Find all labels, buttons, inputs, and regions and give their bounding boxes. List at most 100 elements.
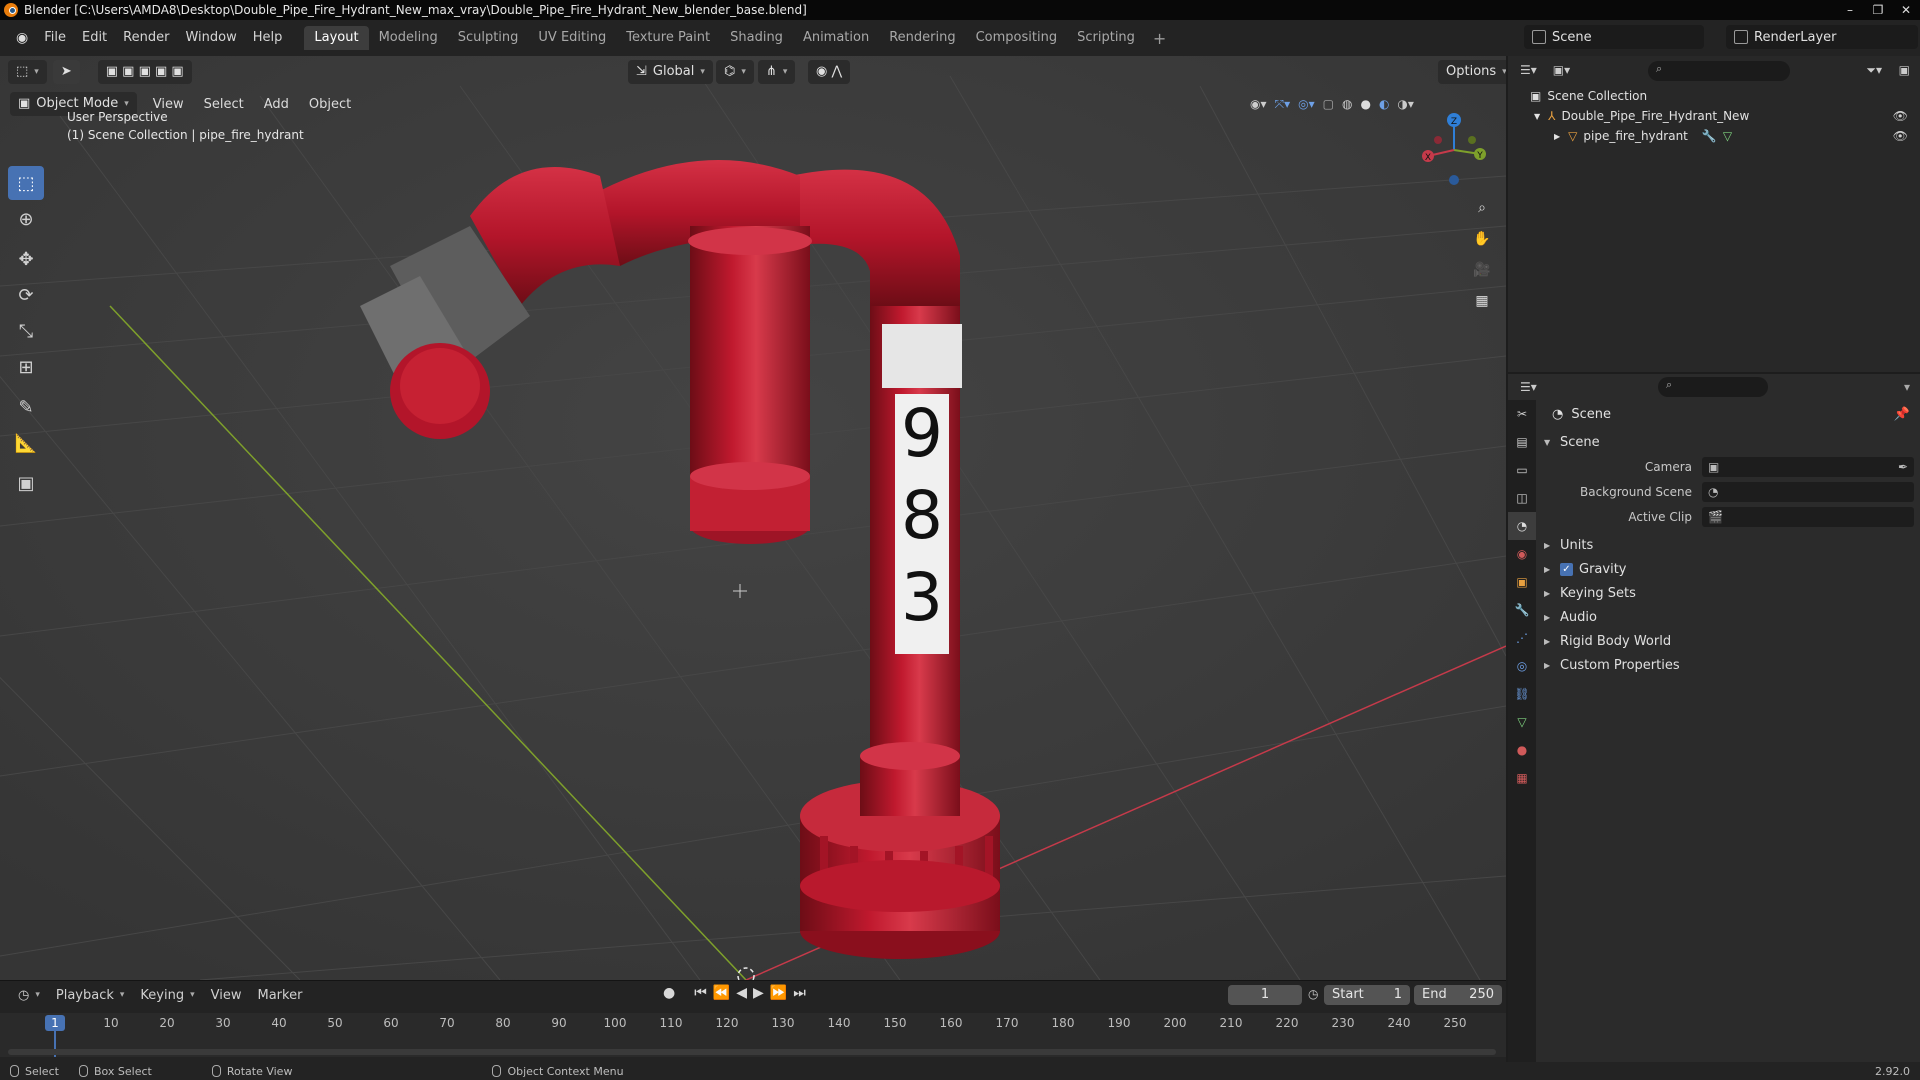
display-mode-dropdown[interactable]: ▣▾ [1553, 63, 1570, 77]
marker-menu[interactable]: Marker [249, 988, 310, 1003]
gizmo-toggle-icon[interactable]: ⤧▾ [1275, 97, 1291, 112]
close-button[interactable]: ✕ [1892, 0, 1920, 20]
jump-keyframe-forward-button[interactable]: ⏩ [770, 985, 787, 1001]
jump-start-button[interactable]: ⏮ [694, 985, 707, 1001]
maximize-button[interactable]: ❐ [1864, 0, 1892, 20]
rendered-shading-icon[interactable]: ◑▾ [1397, 97, 1414, 112]
current-frame-field[interactable]: 1 [1228, 985, 1302, 1005]
tab-physics[interactable]: ◎ [1508, 652, 1536, 680]
tab-rendering[interactable]: Rendering [879, 26, 965, 50]
camera-view-button[interactable]: 🎥 [1468, 256, 1496, 284]
background-scene-field[interactable]: ◔ [1702, 481, 1914, 502]
jump-keyframe-back-button[interactable]: ⏪ [713, 985, 730, 1001]
tab-object[interactable]: ▣ [1508, 568, 1536, 596]
select-box-mode-buttons[interactable]: ▣ ▣ ▣ ▣ ▣ [97, 60, 192, 84]
rotate-tool[interactable]: ⟳ [8, 278, 44, 312]
play-button[interactable]: ▶ [753, 985, 764, 1001]
tab-view-layer[interactable]: ◫ [1508, 484, 1536, 512]
outliner-row-collection[interactable]: ▼ ⅄ Double_Pipe_Fire_Hydrant_New 👁 [1508, 106, 1920, 126]
panel-rigid-body-world[interactable]: ▶ Rigid Body World [1538, 629, 1920, 653]
playback-menu[interactable]: Playback ▾ [48, 988, 133, 1003]
select-box-tool[interactable]: ⬚ [8, 166, 44, 200]
tab-uv-editing[interactable]: UV Editing [528, 26, 616, 50]
tab-texture-paint[interactable]: Texture Paint [616, 26, 720, 50]
transform-tool[interactable]: ⊞ [8, 350, 44, 384]
expand-arrow-icon[interactable]: ▶ [1554, 132, 1560, 141]
tab-shading[interactable]: Shading [720, 26, 793, 50]
snap-toggle[interactable]: ⋔ ▾ [758, 60, 796, 84]
properties-editor-type[interactable]: ☰▾ [1520, 380, 1537, 394]
pivot-point-dropdown[interactable]: ⌬ ▾ [716, 60, 754, 84]
jump-end-button[interactable]: ⏭ [793, 985, 806, 1001]
timeline-ruler[interactable]: 1 10 20 30 40 50 60 70 80 90 100 110 120 130 140 150 160… [0, 1013, 1506, 1057]
tab-scene[interactable]: ◔ [1508, 512, 1536, 540]
measure-tool[interactable]: 📐 [8, 426, 44, 460]
visibility-icon[interactable]: ◉▾ [1250, 97, 1267, 112]
panel-audio[interactable]: ▶ Audio [1538, 605, 1920, 629]
preview-range-icon[interactable]: ◷ [1308, 987, 1318, 1001]
auto-keying-button[interactable]: ● [663, 985, 675, 1001]
transform-orientation-dropdown[interactable]: ⇲ Global ▾ [628, 60, 713, 84]
options-dropdown[interactable]: Options ▾ [1438, 60, 1506, 84]
tab-constraints[interactable]: ⛓ [1508, 680, 1536, 708]
outliner-search-input[interactable]: ⌕ [1648, 61, 1790, 81]
expand-arrow-icon[interactable]: ▼ [1534, 112, 1540, 121]
wireframe-shading-icon[interactable]: ◍ [1342, 97, 1352, 112]
modifier-wrench-icon[interactable]: 🔧 [1702, 129, 1717, 143]
zoom-button[interactable]: ⌕ [1468, 194, 1496, 222]
blender-menu-icon[interactable]: ◉ [8, 30, 36, 46]
navigation-gizmo[interactable]: Z Y X [1414, 110, 1494, 190]
editor-type-button[interactable]: ⬚ ▾ [8, 60, 47, 84]
menu-file[interactable]: File [36, 26, 74, 50]
add-workspace-button[interactable]: + [1145, 29, 1174, 48]
3d-viewport[interactable]: 9 8 3 ⬚ ▾ ➤ ▣ ▣ ▣ ▣ ▣ ⇲ Global ▾ ⌬ ▾ ⋔ ▾ ◉ ⋀… [0, 56, 1506, 980]
tab-data[interactable]: ▽ [1508, 708, 1536, 736]
panel-scene[interactable]: ▼ Scene [1538, 430, 1920, 454]
select-mode-button[interactable]: ➤ [52, 60, 80, 84]
overlay-toggle-icon[interactable]: ◎▾ [1298, 97, 1315, 112]
properties-options-icon[interactable]: ▾ [1904, 380, 1910, 394]
tab-material[interactable]: ● [1508, 736, 1536, 764]
menu-render[interactable]: Render [115, 26, 177, 50]
tab-world[interactable]: ◉ [1508, 540, 1536, 568]
panel-custom-properties[interactable]: ▶ Custom Properties [1538, 653, 1920, 677]
visibility-eye-icon[interactable]: 👁 [1893, 109, 1908, 123]
filter-icon[interactable]: ⏷▾ [1866, 63, 1882, 78]
new-collection-icon[interactable]: ▣ [1899, 63, 1910, 77]
tab-compositing[interactable]: Compositing [966, 26, 1068, 50]
menu-edit[interactable]: Edit [74, 26, 115, 50]
cursor-tool[interactable]: ⊕ [8, 202, 44, 236]
menu-help[interactable]: Help [245, 26, 291, 50]
tab-sculpting[interactable]: Sculpting [448, 26, 529, 50]
camera-field[interactable]: ▣ ✒ [1702, 456, 1914, 477]
gravity-checkbox[interactable]: ✓ [1560, 562, 1573, 576]
tab-output[interactable]: ▭ [1508, 456, 1536, 484]
timeline-view-menu[interactable]: View [203, 988, 250, 1003]
active-clip-field[interactable]: 🎬 [1702, 506, 1914, 527]
timeline-scrollbar[interactable] [8, 1049, 1496, 1055]
outliner-row-object[interactable]: ▶ ▽ pipe_fire_hydrant 🔧 ▽ 👁 [1508, 126, 1920, 146]
tab-animation[interactable]: Animation [793, 26, 879, 50]
scale-tool[interactable]: ⤡ [8, 314, 44, 348]
keying-menu[interactable]: Keying ▾ [132, 988, 202, 1003]
annotate-tool[interactable]: ✎ [8, 390, 44, 424]
solid-shading-icon[interactable]: ● [1360, 97, 1370, 112]
tab-texture[interactable]: ▦ [1508, 764, 1536, 792]
panel-units[interactable]: ▶ Units [1538, 533, 1920, 557]
ortho-toggle-button[interactable]: ▦ [1468, 287, 1496, 315]
timeline-editor-type[interactable]: ◷ ▾ [10, 988, 48, 1003]
tab-layout[interactable]: Layout [304, 26, 369, 50]
tab-particles[interactable]: ⋰ [1508, 624, 1536, 652]
properties-search-input[interactable]: ⌕ [1658, 377, 1768, 397]
tab-scripting[interactable]: Scripting [1067, 26, 1145, 50]
panel-keying-sets[interactable]: ▶ Keying Sets [1538, 581, 1920, 605]
panel-gravity[interactable]: ▶ ✓ Gravity [1538, 557, 1920, 581]
proportional-edit-toggle[interactable]: ◉ ⋀ [808, 60, 851, 84]
move-tool[interactable]: ✥ [8, 242, 44, 276]
scene-selector[interactable]: Scene [1524, 25, 1704, 49]
add-cube-tool[interactable]: ▣ [8, 466, 44, 500]
tab-render[interactable]: ▤ [1508, 428, 1536, 456]
material-shading-icon[interactable]: ◐ [1379, 97, 1389, 112]
pin-icon[interactable]: 📌 [1894, 407, 1910, 422]
frame-end-field[interactable]: End 250 [1414, 985, 1502, 1005]
